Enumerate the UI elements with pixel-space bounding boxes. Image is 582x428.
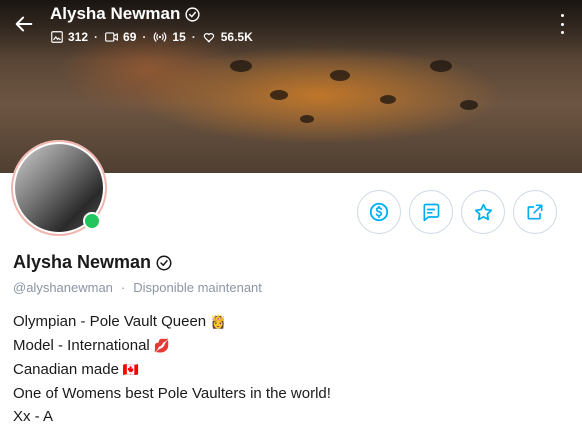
header-title: Alysha Newman bbox=[50, 4, 201, 24]
tip-button[interactable] bbox=[357, 190, 401, 234]
bio-line: Model - International 💋 bbox=[13, 337, 170, 354]
message-button[interactable] bbox=[409, 190, 453, 234]
profile-actions bbox=[357, 190, 557, 234]
bio-line: One of Womens best Pole Vaulters in the … bbox=[13, 385, 331, 402]
online-status-indicator bbox=[83, 212, 101, 230]
cover-pattern bbox=[380, 95, 396, 104]
header-name: Alysha Newman bbox=[50, 4, 181, 23]
back-button[interactable] bbox=[10, 10, 38, 38]
stat-likes-value: 56.5K bbox=[220, 30, 253, 44]
more-vertical-icon bbox=[560, 14, 564, 17]
bio-line: Olympian - Pole Vault Queen 👸 bbox=[13, 313, 227, 330]
share-icon bbox=[527, 204, 543, 220]
bio-line: Canadian made 🇨🇦 bbox=[13, 361, 140, 378]
canada-flag-icon: 🇨🇦 bbox=[122, 363, 140, 378]
heart-icon bbox=[203, 33, 214, 43]
favorite-button[interactable] bbox=[461, 190, 505, 234]
bio-line: Xx - A bbox=[13, 408, 54, 425]
header-bar: Alysha Newman 312 · 69 · 15 · 56.5K bbox=[0, 0, 582, 56]
verified-icon bbox=[185, 6, 200, 22]
lips-emoji-icon: 💋 bbox=[153, 339, 170, 354]
cover-pattern bbox=[430, 60, 452, 72]
stat-streams-value: 15 bbox=[172, 30, 186, 44]
dollar-icon bbox=[369, 202, 389, 222]
share-button[interactable] bbox=[513, 190, 557, 234]
profile-name-text: Alysha Newman bbox=[13, 252, 152, 272]
handle-line: @alyshanewman · Disponible maintenant bbox=[13, 280, 262, 295]
cover-pattern bbox=[230, 60, 252, 72]
cover-pattern bbox=[270, 90, 288, 100]
star-icon bbox=[474, 203, 492, 220]
verified-icon bbox=[156, 255, 172, 270]
availability-status: Disponible maintenant bbox=[133, 280, 262, 295]
video-icon bbox=[105, 32, 118, 42]
profile-handle[interactable]: @alyshanewman bbox=[13, 280, 113, 295]
bio: Olympian - Pole Vault Queen 👸 Model - Int… bbox=[13, 310, 331, 428]
arrow-left-icon bbox=[15, 16, 33, 32]
cover-pattern bbox=[300, 115, 314, 123]
stat-videos-value: 69 bbox=[123, 30, 137, 44]
crown-emoji-icon: 👸 bbox=[210, 315, 227, 330]
photo-icon bbox=[51, 31, 63, 43]
stat-streams: 15 bbox=[152, 30, 186, 44]
stat-photos: 312 bbox=[50, 30, 88, 44]
stat-photos-value: 312 bbox=[68, 30, 89, 44]
cover-pattern bbox=[330, 70, 350, 81]
profile-name: Alysha Newman bbox=[13, 252, 173, 273]
stat-videos: 69 bbox=[104, 30, 136, 44]
cover-pattern bbox=[460, 100, 478, 110]
more-options-button[interactable] bbox=[554, 14, 570, 34]
broadcast-icon bbox=[154, 32, 167, 42]
stat-likes: 56.5K bbox=[202, 30, 253, 44]
message-icon bbox=[423, 203, 440, 222]
stats-bar: 312 · 69 · 15 · 56.5K bbox=[50, 30, 253, 44]
